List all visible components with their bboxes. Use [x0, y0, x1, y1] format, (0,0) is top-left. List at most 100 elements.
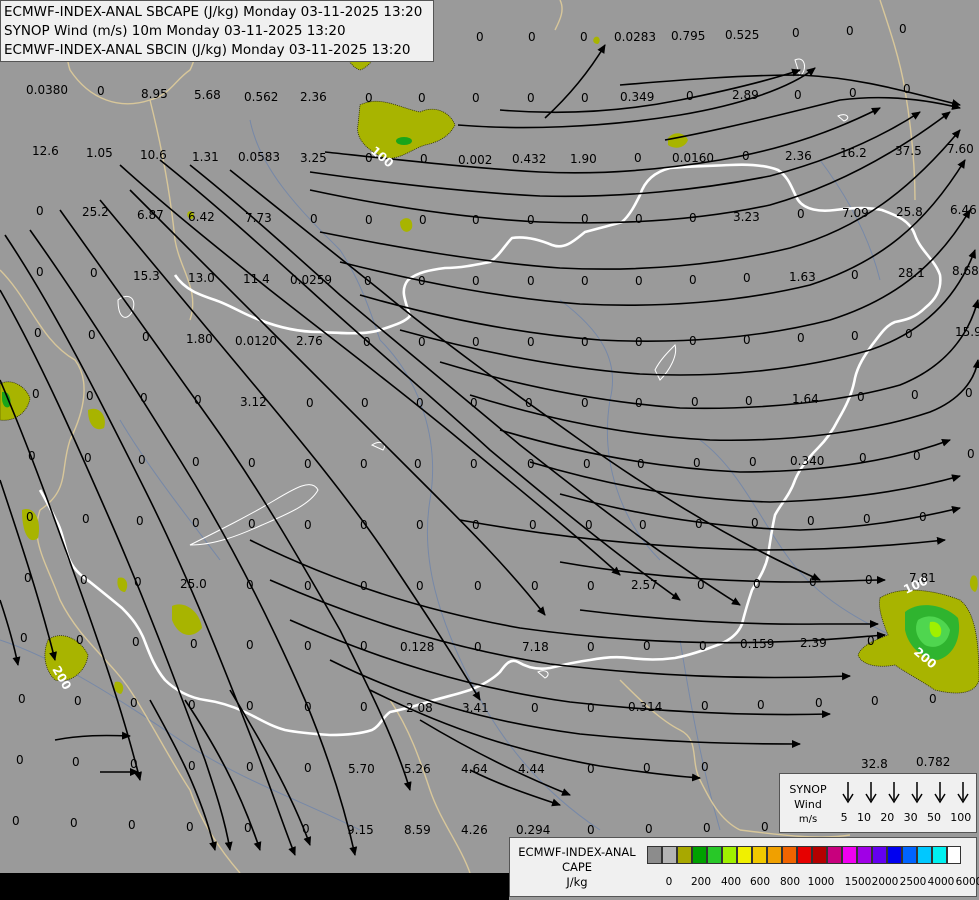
station-value: 25.2: [82, 205, 109, 219]
station-value: 0: [365, 151, 373, 165]
station-value: 0: [302, 822, 310, 836]
station-value: 32.8: [861, 757, 888, 771]
station-value: 0: [130, 757, 138, 771]
station-value: 2.36: [785, 149, 812, 163]
station-value: 0: [365, 91, 373, 105]
bottom-strip: [0, 873, 509, 900]
station-value: 0: [194, 393, 202, 407]
station-value: 2.36: [300, 90, 327, 104]
cape-colorbar-legend: ECMWF-INDEX-ANAL CAPE J/kg 0 200 400 600 800…: [509, 837, 979, 897]
station-value: 0: [792, 26, 800, 40]
weather-map[interactable]: 100100200200 0.0380 0 8.95 5.68 0.562 2.36 0 0 0…: [0, 0, 979, 900]
station-value: 0: [90, 266, 98, 280]
station-value: 0: [581, 335, 589, 349]
station-value: 0: [248, 517, 256, 531]
station-value: 0.432: [512, 152, 546, 166]
station-value: 0.795: [671, 29, 705, 43]
synop-legend-title-line2: Wind: [794, 798, 822, 811]
station-value: 25.0: [180, 577, 207, 591]
station-value: 0: [134, 575, 142, 589]
station-value: 9.15: [347, 823, 374, 837]
station-value: 0: [794, 88, 802, 102]
station-value: 0: [363, 335, 371, 349]
station-value: 0: [695, 517, 703, 531]
cape-swatch: [647, 846, 662, 864]
station-value: 0: [188, 698, 196, 712]
wind-arrow-icon: [865, 782, 877, 804]
station-value: 0: [18, 692, 26, 706]
station-value: 7.18: [522, 640, 549, 654]
station-value: 0: [863, 512, 871, 526]
station-value: 0: [809, 575, 817, 589]
station-value: 1.90: [570, 152, 597, 166]
station-value: 0: [689, 211, 697, 225]
station-value: 5.68: [194, 88, 221, 102]
station-value: 0: [527, 335, 535, 349]
cape-core-north: [396, 137, 412, 145]
station-value: 0: [929, 692, 937, 706]
station-value: 0: [76, 633, 84, 647]
station-value: 0: [581, 91, 589, 105]
station-value: 0: [34, 326, 42, 340]
wind-arrow-icon: [911, 782, 923, 804]
station-value: 0: [581, 396, 589, 410]
synop-speed-label: 100: [950, 811, 972, 824]
station-value: 0: [304, 761, 312, 775]
station-value: 0: [857, 390, 865, 404]
station-value: 7.73: [245, 211, 272, 225]
synop-speed-label: 5: [840, 811, 848, 824]
cape-tick-labels: 0 200 400 600 800 1000 15002000250040006000: [647, 876, 979, 890]
station-value: 0: [639, 518, 647, 532]
station-value: 0: [859, 451, 867, 465]
station-value: 0: [581, 274, 589, 288]
station-value: 13.0: [188, 271, 215, 285]
station-value: 8.68: [952, 264, 979, 278]
cape-swatch: [901, 846, 917, 864]
station-value: 7.60: [947, 142, 974, 156]
cape-legend-title-line2: CAPE: [561, 860, 593, 874]
synop-speed-label: 30: [903, 811, 918, 824]
station-value: 15.9: [955, 325, 979, 339]
station-value: 0: [531, 579, 539, 593]
station-value: 2.76: [296, 334, 323, 348]
station-value: 0: [304, 639, 312, 653]
station-value: 2.08: [406, 701, 433, 715]
station-value: 3.41: [462, 701, 489, 715]
cape-tick-label: 800: [779, 876, 801, 888]
station-value: 0.159: [740, 637, 774, 651]
station-value: 0: [186, 820, 194, 834]
cape-swatch: [721, 846, 737, 864]
station-value: 0.340: [790, 454, 824, 468]
cape-swatch: [916, 846, 932, 864]
station-value: 0: [246, 760, 254, 774]
station-value: 0: [360, 700, 368, 714]
station-value: 0: [418, 91, 426, 105]
station-value: 0: [525, 396, 533, 410]
station-value: 0: [420, 152, 428, 166]
station-value: 0: [190, 637, 198, 651]
station-value: 0: [583, 457, 591, 471]
station-value: 0: [527, 91, 535, 105]
station-value: 0: [32, 387, 40, 401]
station-value: 0: [26, 510, 34, 524]
station-value: 0.0259: [290, 273, 332, 287]
station-value: 0: [580, 30, 588, 44]
cape-swatch: [826, 846, 842, 864]
station-value: 0: [757, 698, 765, 712]
station-value: 0: [967, 447, 975, 461]
station-value: 0: [472, 335, 480, 349]
station-value: 2.57: [631, 578, 658, 592]
wind-arrow-icon: [957, 782, 969, 804]
synop-wind-legend: SYNOP Wind m/s 5 10 20 30 50 100: [779, 773, 977, 833]
station-value: 0: [416, 518, 424, 532]
station-value: 5.26: [404, 762, 431, 776]
cape-swatch: [691, 846, 707, 864]
station-value: 0: [304, 700, 312, 714]
cape-swatch: [751, 846, 767, 864]
station-value: 0: [416, 579, 424, 593]
station-value: 0: [72, 755, 80, 769]
station-value: 0: [699, 639, 707, 653]
station-value: 0: [743, 271, 751, 285]
station-value: 0: [246, 638, 254, 652]
station-value: 0: [364, 274, 372, 288]
